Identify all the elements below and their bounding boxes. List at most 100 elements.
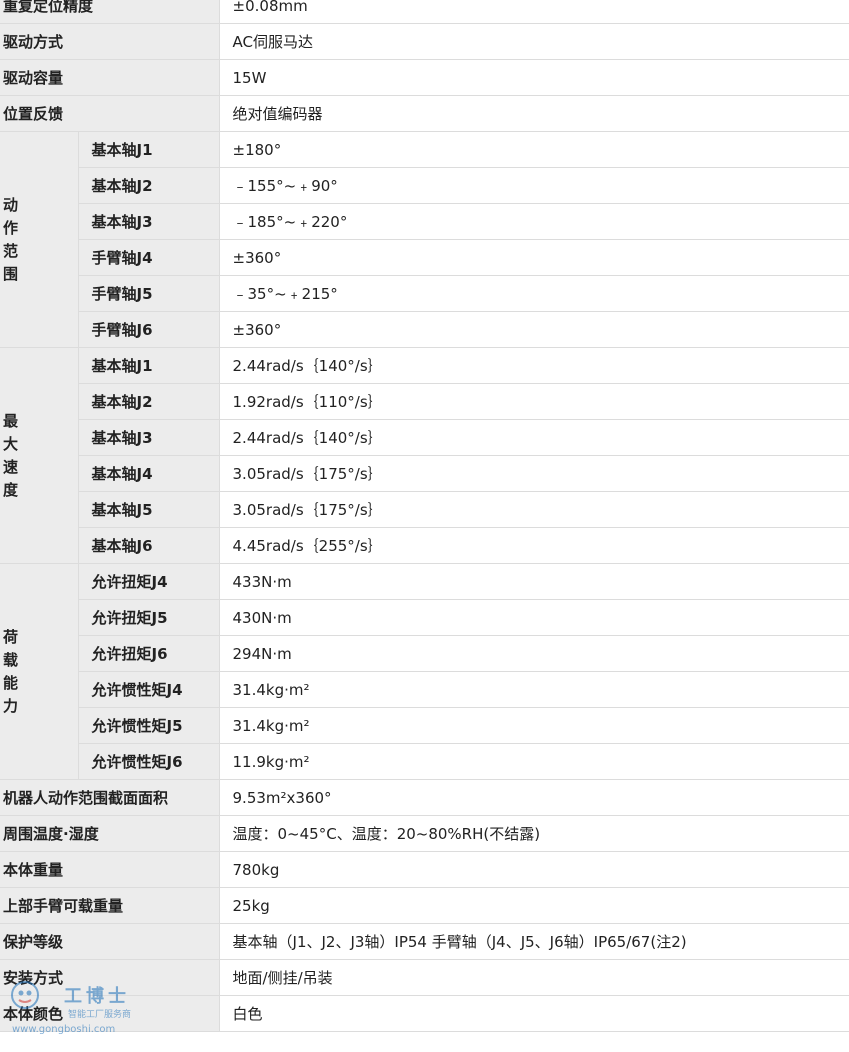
row-label: 本体重量	[0, 851, 220, 888]
table-row: 允许惯性矩J4 31.4kg·m²	[0, 671, 849, 708]
sub-label: 手臂轴J5	[78, 275, 220, 312]
sub-label: 基本轴J5	[78, 491, 220, 528]
row-value: 11.9kg·m²	[219, 743, 849, 780]
row-label: 保护等级	[0, 923, 220, 960]
row-value: 2.44rad/s｛140°/s｝	[219, 347, 849, 384]
sub-label: 允许扭矩J5	[78, 599, 220, 636]
table-row: 荷 载 能 力 允许扭矩J4 433N·m	[0, 563, 849, 780]
group-char: 围	[3, 264, 19, 283]
group-char: 能	[3, 673, 19, 692]
group-char: 力	[3, 696, 19, 715]
row-label: 位置反馈	[0, 95, 220, 132]
row-value: 白色	[219, 995, 849, 1032]
row-value: 430N·m	[219, 599, 849, 636]
row-value: 31.4kg·m²	[219, 671, 849, 708]
row-value: AC伺服马达	[219, 23, 849, 60]
group-char: 大	[3, 434, 19, 453]
row-value: ﹣155°~﹢90°	[219, 167, 849, 204]
group-char: 最	[3, 411, 19, 430]
table-row: 手臂轴J4 ±360°	[0, 239, 849, 276]
table-row: 基本轴J4 3.05rad/s｛175°/s｝	[0, 455, 849, 492]
group-char: 速	[3, 457, 19, 476]
table-row: 基本轴J2 ﹣155°~﹢90°	[0, 167, 849, 204]
sub-label: 允许惯性矩J4	[78, 671, 220, 708]
group-char: 动	[3, 195, 19, 214]
row-value: 1.92rad/s｛110°/s｝	[219, 383, 849, 420]
group-char: 度	[3, 480, 19, 499]
row-label: 驱动容量	[0, 59, 220, 96]
table-row: 最 大 速 度 基本轴J1 2.44rad/s｛140°/s｝	[0, 347, 849, 564]
row-value: 433N·m	[219, 563, 849, 600]
group-label-max-speed: 最 大 速 度	[0, 347, 79, 564]
table-row: 周围温度·湿度 温度：0~45°C、温度：20~80%RH(不结露)	[0, 815, 849, 852]
table-row: 手臂轴J6 ±360°	[0, 311, 849, 348]
row-value: 3.05rad/s｛175°/s｝	[219, 455, 849, 492]
table-row: 保护等级 基本轴（J1、J2、J3轴）IP54 手臂轴（J4、J5、J6轴）IP…	[0, 923, 849, 960]
table-row: 位置反馈 绝对值编码器	[0, 95, 849, 132]
row-value: ±360°	[219, 311, 849, 348]
group-char: 作	[3, 218, 19, 237]
table-row: 基本轴J3 2.44rad/s｛140°/s｝	[0, 419, 849, 456]
row-value: 15W	[219, 59, 849, 96]
row-value: ﹣185°~﹢220°	[219, 203, 849, 240]
sub-label: 手臂轴J4	[78, 239, 220, 276]
row-value: 9.53m²x360°	[219, 779, 849, 816]
sub-label: 手臂轴J6	[78, 311, 220, 348]
row-value: ±0.08mm	[219, 0, 849, 24]
sub-label: 基本轴J2	[78, 383, 220, 420]
row-label: 本体颜色	[0, 995, 220, 1032]
sub-label: 允许惯性矩J6	[78, 743, 220, 780]
table-row: 允许扭矩J5 430N·m	[0, 599, 849, 636]
table-row: 基本轴J3 ﹣185°~﹢220°	[0, 203, 849, 240]
table-row: 驱动方式 AC伺服马达	[0, 23, 849, 60]
table-row: 上部手臂可载重量 25kg	[0, 887, 849, 924]
row-label: 重复定位精度	[0, 0, 220, 24]
row-value: 3.05rad/s｛175°/s｝	[219, 491, 849, 528]
row-label: 安装方式	[0, 959, 220, 996]
table-row: 本体重量 780kg	[0, 851, 849, 888]
table-row: 重复定位精度 ±0.08mm	[0, 0, 849, 24]
sub-label: 基本轴J2	[78, 167, 220, 204]
sub-label: 允许扭矩J6	[78, 635, 220, 672]
sub-label: 允许扭矩J4	[78, 563, 220, 600]
table-row: 机器人动作范围截面面积 9.53m²x360°	[0, 779, 849, 816]
table-row: 手臂轴J5 ﹣35°~﹢215°	[0, 275, 849, 312]
table-row: 本体颜色 白色	[0, 995, 849, 1032]
row-value: 2.44rad/s｛140°/s｝	[219, 419, 849, 456]
sub-label: 基本轴J3	[78, 419, 220, 456]
row-label: 周围温度·湿度	[0, 815, 220, 852]
group-char: 荷	[3, 627, 19, 646]
row-value: ±360°	[219, 239, 849, 276]
table-row: 基本轴J5 3.05rad/s｛175°/s｝	[0, 491, 849, 528]
row-value: 绝对值编码器	[219, 95, 849, 132]
row-label: 上部手臂可载重量	[0, 887, 220, 924]
group-char: 载	[3, 650, 19, 669]
group-char: 范	[3, 241, 19, 260]
table-row: 动 作 范 围 基本轴J1 ±180°	[0, 131, 849, 348]
row-value: 31.4kg·m²	[219, 707, 849, 744]
table-row: 安装方式 地面/侧挂/吊装	[0, 959, 849, 996]
row-value: ﹣35°~﹢215°	[219, 275, 849, 312]
row-value: 4.45rad/s｛255°/s｝	[219, 527, 849, 564]
row-label: 机器人动作范围截面面积	[0, 779, 220, 816]
group-label-load-capacity: 荷 载 能 力	[0, 563, 79, 780]
row-value: 25kg	[219, 887, 849, 924]
row-label: 驱动方式	[0, 23, 220, 60]
sub-label: 基本轴J1	[78, 131, 220, 168]
table-row: 驱动容量 15W	[0, 59, 849, 96]
row-value: ±180°	[219, 131, 849, 168]
spec-table: 重复定位精度 ±0.08mm 驱动方式 AC伺服马达 驱动容量 15W 位置反馈…	[0, 0, 849, 1032]
table-row: 基本轴J6 4.45rad/s｛255°/s｝	[0, 527, 849, 564]
group-label-motion-range: 动 作 范 围	[0, 131, 79, 348]
row-value: 地面/侧挂/吊装	[219, 959, 849, 996]
sub-label: 基本轴J3	[78, 203, 220, 240]
table-row: 允许惯性矩J5 31.4kg·m²	[0, 707, 849, 744]
table-row: 允许惯性矩J6 11.9kg·m²	[0, 743, 849, 780]
row-value: 780kg	[219, 851, 849, 888]
sub-label: 允许惯性矩J5	[78, 707, 220, 744]
sub-label: 基本轴J4	[78, 455, 220, 492]
row-value: 基本轴（J1、J2、J3轴）IP54 手臂轴（J4、J5、J6轴）IP65/67…	[219, 923, 849, 960]
table-row: 允许扭矩J6 294N·m	[0, 635, 849, 672]
sub-label: 基本轴J1	[78, 347, 220, 384]
sub-label: 基本轴J6	[78, 527, 220, 564]
